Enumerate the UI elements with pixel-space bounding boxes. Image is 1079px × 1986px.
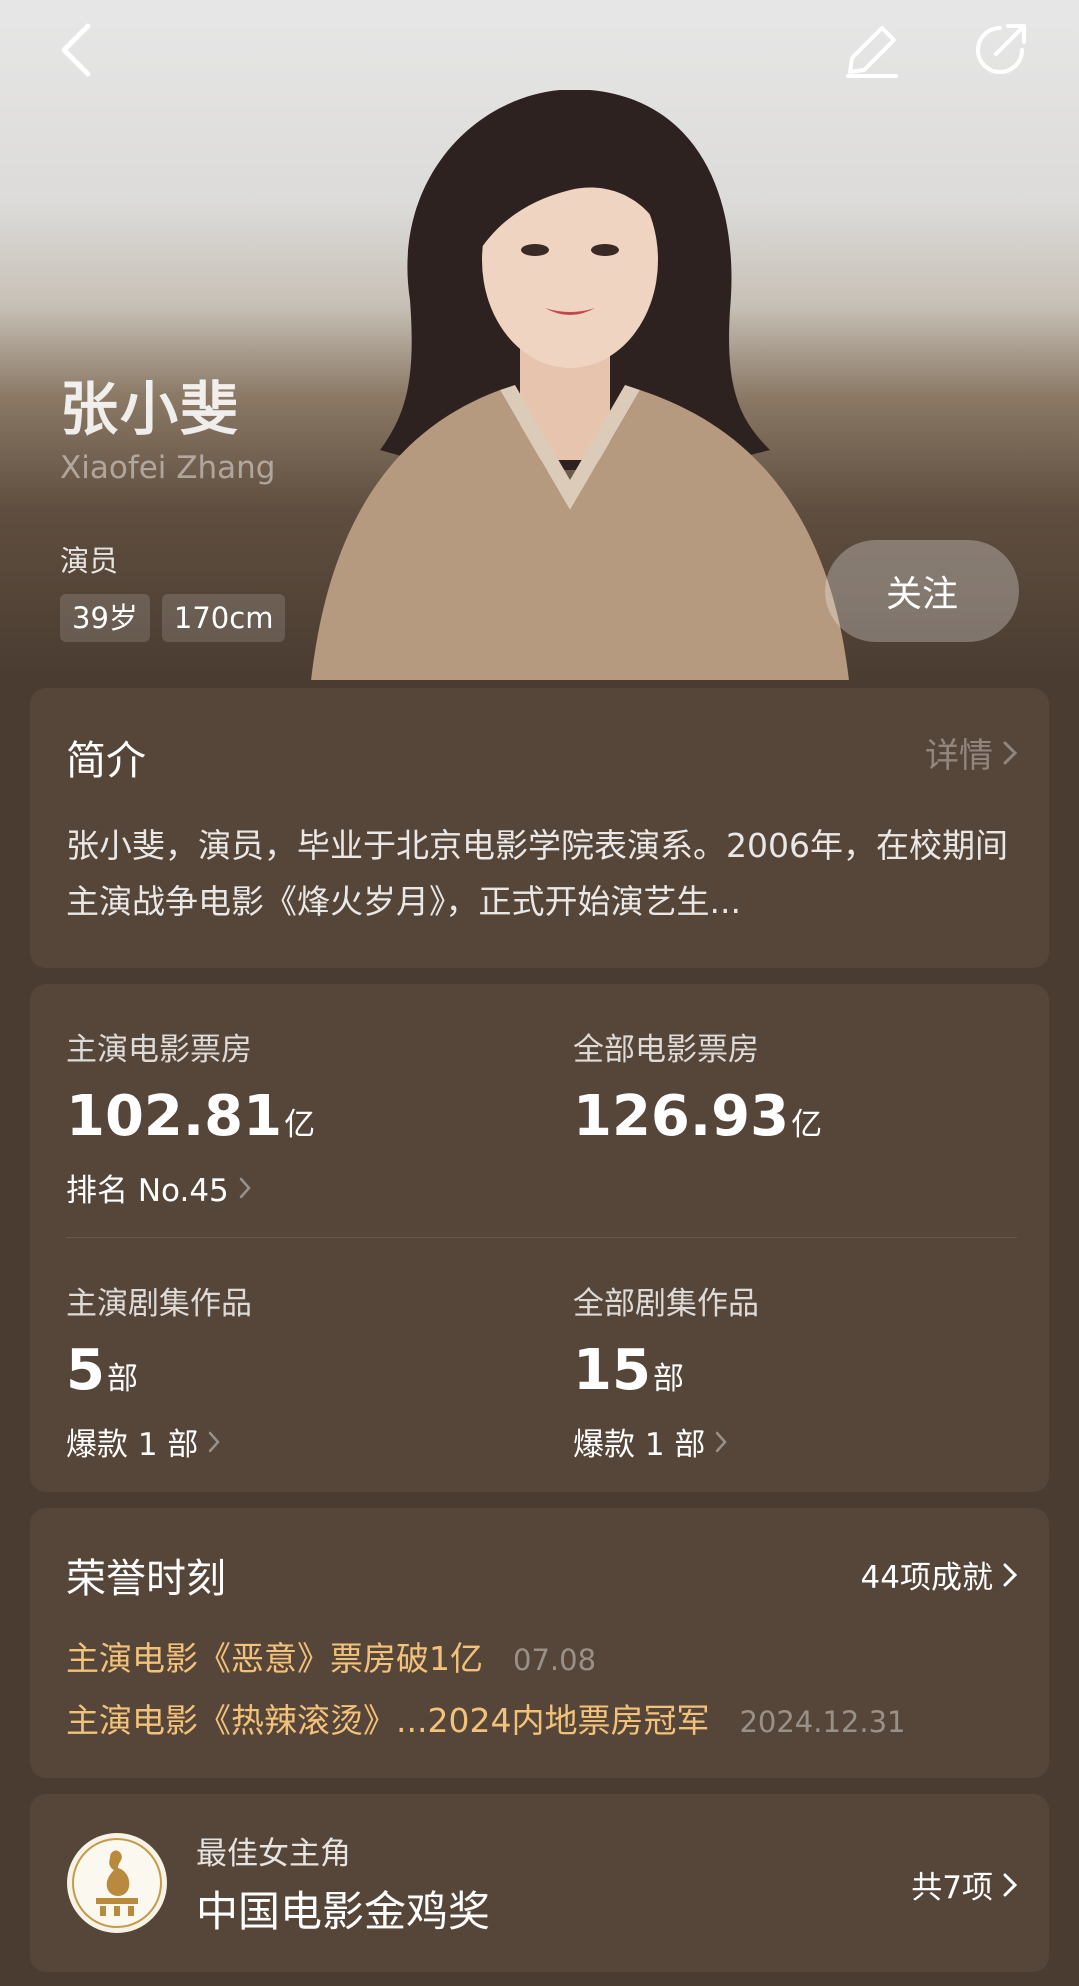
lead-film-box-stat: 主演电影票房 102.81亿 排名 No.45 bbox=[66, 1024, 526, 1210]
all-film-box-stat: 全部电影票房 126.93亿 bbox=[573, 1024, 1033, 1157]
award-count-link[interactable]: 共7项 bbox=[911, 1862, 1017, 1907]
back-arrow-icon bbox=[61, 23, 91, 77]
intro-detail-label: 详情 bbox=[925, 736, 993, 776]
award-category: 最佳女主角 bbox=[196, 1836, 351, 1872]
actor-name-en: Xiaofei Zhang bbox=[60, 450, 276, 486]
honor-text: 主演电影《热辣滚烫》...2024内地票房冠军 bbox=[66, 1701, 710, 1740]
stat-label: 主演电影票房 bbox=[66, 1032, 252, 1068]
award-count-label: 共7项 bbox=[911, 1870, 993, 1906]
stat-value: 126.93亿 bbox=[573, 1085, 1033, 1157]
profile-tags: 39岁 170cm bbox=[60, 594, 286, 642]
award-name: 中国电影金鸡奖 bbox=[196, 1887, 491, 1936]
honors-card: 荣誉时刻 44项成就 主演电影《恶意》票房破1亿 07.08 主演电影《热辣滚烫… bbox=[30, 1508, 1049, 1778]
actor-name-cn: 张小斐 bbox=[60, 375, 241, 443]
stat-value: 102.81亿 bbox=[66, 1085, 526, 1157]
stat-number: 126.93 bbox=[573, 1084, 790, 1149]
stat-number: 15 bbox=[573, 1338, 651, 1403]
stat-unit: 亿 bbox=[284, 1107, 316, 1143]
height-tag: 170cm bbox=[161, 594, 286, 642]
chevron-right-icon bbox=[1003, 1563, 1017, 1586]
all-series-hit-link[interactable]: 爆款 1 部 bbox=[573, 1419, 1033, 1464]
honor-item[interactable]: 主演电影《恶意》票房破1亿 07.08 bbox=[66, 1632, 596, 1680]
chevron-right-icon bbox=[209, 1431, 221, 1452]
chevron-right-icon bbox=[1003, 741, 1017, 764]
intro-text: 张小斐，演员，毕业于北京电影学院表演系。2006年，在校期间主演战争电影《烽火岁… bbox=[66, 826, 1008, 921]
honors-all-link[interactable]: 44项成就 bbox=[861, 1552, 1017, 1597]
chevron-right-icon bbox=[239, 1177, 251, 1198]
back-button[interactable] bbox=[38, 12, 114, 88]
share-button[interactable] bbox=[962, 12, 1038, 88]
honor-date: 2024.12.31 bbox=[739, 1705, 906, 1739]
stat-value: 15部 bbox=[573, 1339, 1033, 1411]
stat-label: 全部剧集作品 bbox=[573, 1286, 759, 1322]
rank-label: 排名 No.45 bbox=[66, 1173, 229, 1209]
edit-button[interactable] bbox=[834, 12, 910, 88]
stat-value: 5部 bbox=[66, 1339, 526, 1411]
chevron-right-icon bbox=[1003, 1873, 1017, 1896]
honor-item[interactable]: 主演电影《热辣滚烫》...2024内地票房冠军 2024.12.31 bbox=[66, 1694, 906, 1742]
age-tag: 39岁 bbox=[60, 594, 150, 642]
chevron-right-icon bbox=[716, 1431, 728, 1452]
share-icon bbox=[976, 24, 1026, 74]
golden-rooster-logo bbox=[67, 1833, 167, 1933]
profile-portrait bbox=[311, 90, 849, 680]
honors-title: 荣誉时刻 bbox=[66, 1556, 226, 1602]
box-office-rank-link[interactable]: 排名 No.45 bbox=[66, 1165, 526, 1210]
award-card[interactable]: 最佳女主角 中国电影金鸡奖 共7项 bbox=[30, 1794, 1049, 1972]
honor-date: 07.08 bbox=[513, 1643, 597, 1677]
lead-series-stat: 主演剧集作品 5部 爆款 1 部 bbox=[66, 1278, 526, 1464]
stat-number: 5 bbox=[66, 1338, 105, 1403]
stat-label: 主演剧集作品 bbox=[66, 1286, 252, 1322]
profile-hero: 张小斐 Xiaofei Zhang 演员 39岁 170cm 关注 bbox=[0, 0, 1079, 680]
lead-series-hit-link[interactable]: 爆款 1 部 bbox=[66, 1419, 526, 1464]
stat-number: 102.81 bbox=[66, 1084, 283, 1149]
stat-unit: 部 bbox=[652, 1361, 684, 1397]
intro-card: 简介 详情 张小斐，演员，毕业于北京电影学院表演系。2006年，在校期间主演战争… bbox=[30, 688, 1049, 968]
stats-divider bbox=[66, 1237, 1017, 1238]
intro-title: 简介 bbox=[66, 738, 146, 784]
honors-count-label: 44项成就 bbox=[860, 1560, 993, 1596]
intro-detail-link[interactable]: 详情 bbox=[925, 728, 1017, 777]
stat-unit: 部 bbox=[106, 1361, 138, 1397]
hit-label: 爆款 1 部 bbox=[66, 1427, 199, 1463]
actor-role: 演员 bbox=[60, 544, 119, 578]
stats-card: 主演电影票房 102.81亿 排名 No.45 全部电影票房 126.93亿 主… bbox=[30, 984, 1049, 1492]
hit-label: 爆款 1 部 bbox=[573, 1427, 706, 1463]
all-series-stat: 全部剧集作品 15部 爆款 1 部 bbox=[573, 1278, 1033, 1464]
stat-label: 全部电影票房 bbox=[573, 1032, 759, 1068]
follow-button[interactable]: 关注 bbox=[825, 540, 1019, 642]
edit-pencil-icon bbox=[846, 26, 898, 78]
stat-unit: 亿 bbox=[791, 1107, 823, 1143]
honor-text: 主演电影《恶意》票房破1亿 bbox=[66, 1639, 483, 1678]
